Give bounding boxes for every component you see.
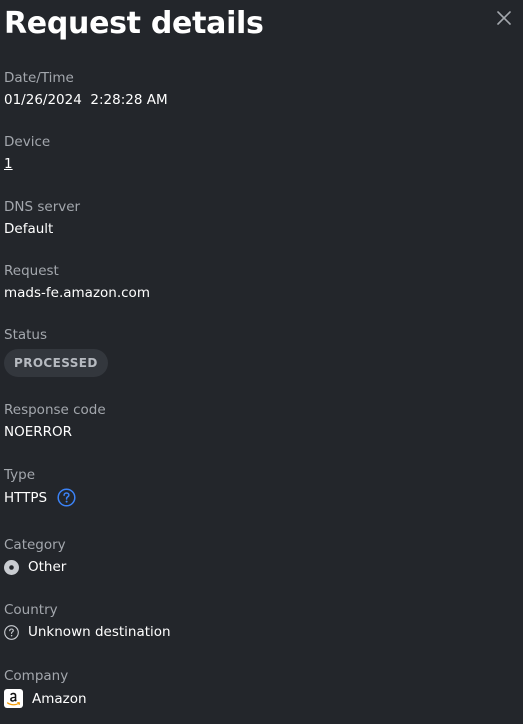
field-country: Country Unknown destination xyxy=(4,601,171,641)
close-button[interactable] xyxy=(494,8,514,28)
field-company: Company Amazon xyxy=(4,667,87,708)
field-request: Request mads-fe.amazon.com xyxy=(4,262,150,302)
country-text: Unknown destination xyxy=(28,624,171,640)
help-icon[interactable] xyxy=(57,488,76,507)
field-dns-server: DNS server Default xyxy=(4,198,80,238)
response-code-label: Response code xyxy=(4,402,106,418)
status-label: Status xyxy=(4,327,48,343)
device-value: 1 xyxy=(4,155,50,173)
company-label: Company xyxy=(4,668,69,684)
type-label: Type xyxy=(4,467,36,483)
unknown-destination-icon xyxy=(4,624,19,640)
status-badge: PROCESSED xyxy=(4,349,108,377)
amazon-logo-icon xyxy=(4,689,23,708)
device-link[interactable]: 1 xyxy=(4,155,13,173)
field-type: Type HTTPS xyxy=(4,466,76,507)
close-icon xyxy=(497,11,511,25)
type-value: HTTPS xyxy=(4,488,76,507)
field-response-code: Response code NOERROR xyxy=(4,401,106,441)
page-title: Request details xyxy=(4,6,264,41)
dns-server-value: Default xyxy=(4,221,54,237)
device-label: Device xyxy=(4,134,51,150)
type-text: HTTPS xyxy=(4,489,48,506)
company-text: Amazon xyxy=(32,690,87,707)
request-value: mads-fe.amazon.com xyxy=(4,285,150,301)
datetime-value: 01/26/2024 2:28:28 AM xyxy=(4,91,168,109)
datetime-label: Date/Time xyxy=(4,70,74,86)
country-label: Country xyxy=(4,602,58,618)
category-dot-icon xyxy=(4,559,19,575)
category-label: Category xyxy=(4,537,66,553)
country-value: Unknown destination xyxy=(4,623,171,641)
response-code-value: NOERROR xyxy=(4,424,73,440)
field-status: Status PROCESSED xyxy=(4,326,108,377)
company-value: Amazon xyxy=(4,689,87,708)
request-details-panel: Request details Date/Time 01/26/2024 2:2… xyxy=(0,0,523,724)
datetime-text: 01/26/2024 2:28:28 AM xyxy=(4,92,168,108)
field-datetime: Date/Time 01/26/2024 2:28:28 AM xyxy=(4,69,168,109)
field-device: Device 1 xyxy=(4,133,50,173)
dns-server-label: DNS server xyxy=(4,199,81,215)
field-category: Category Other xyxy=(4,536,66,576)
category-text: Other xyxy=(28,559,67,575)
category-value: Other xyxy=(4,558,66,576)
request-label: Request xyxy=(4,263,59,279)
